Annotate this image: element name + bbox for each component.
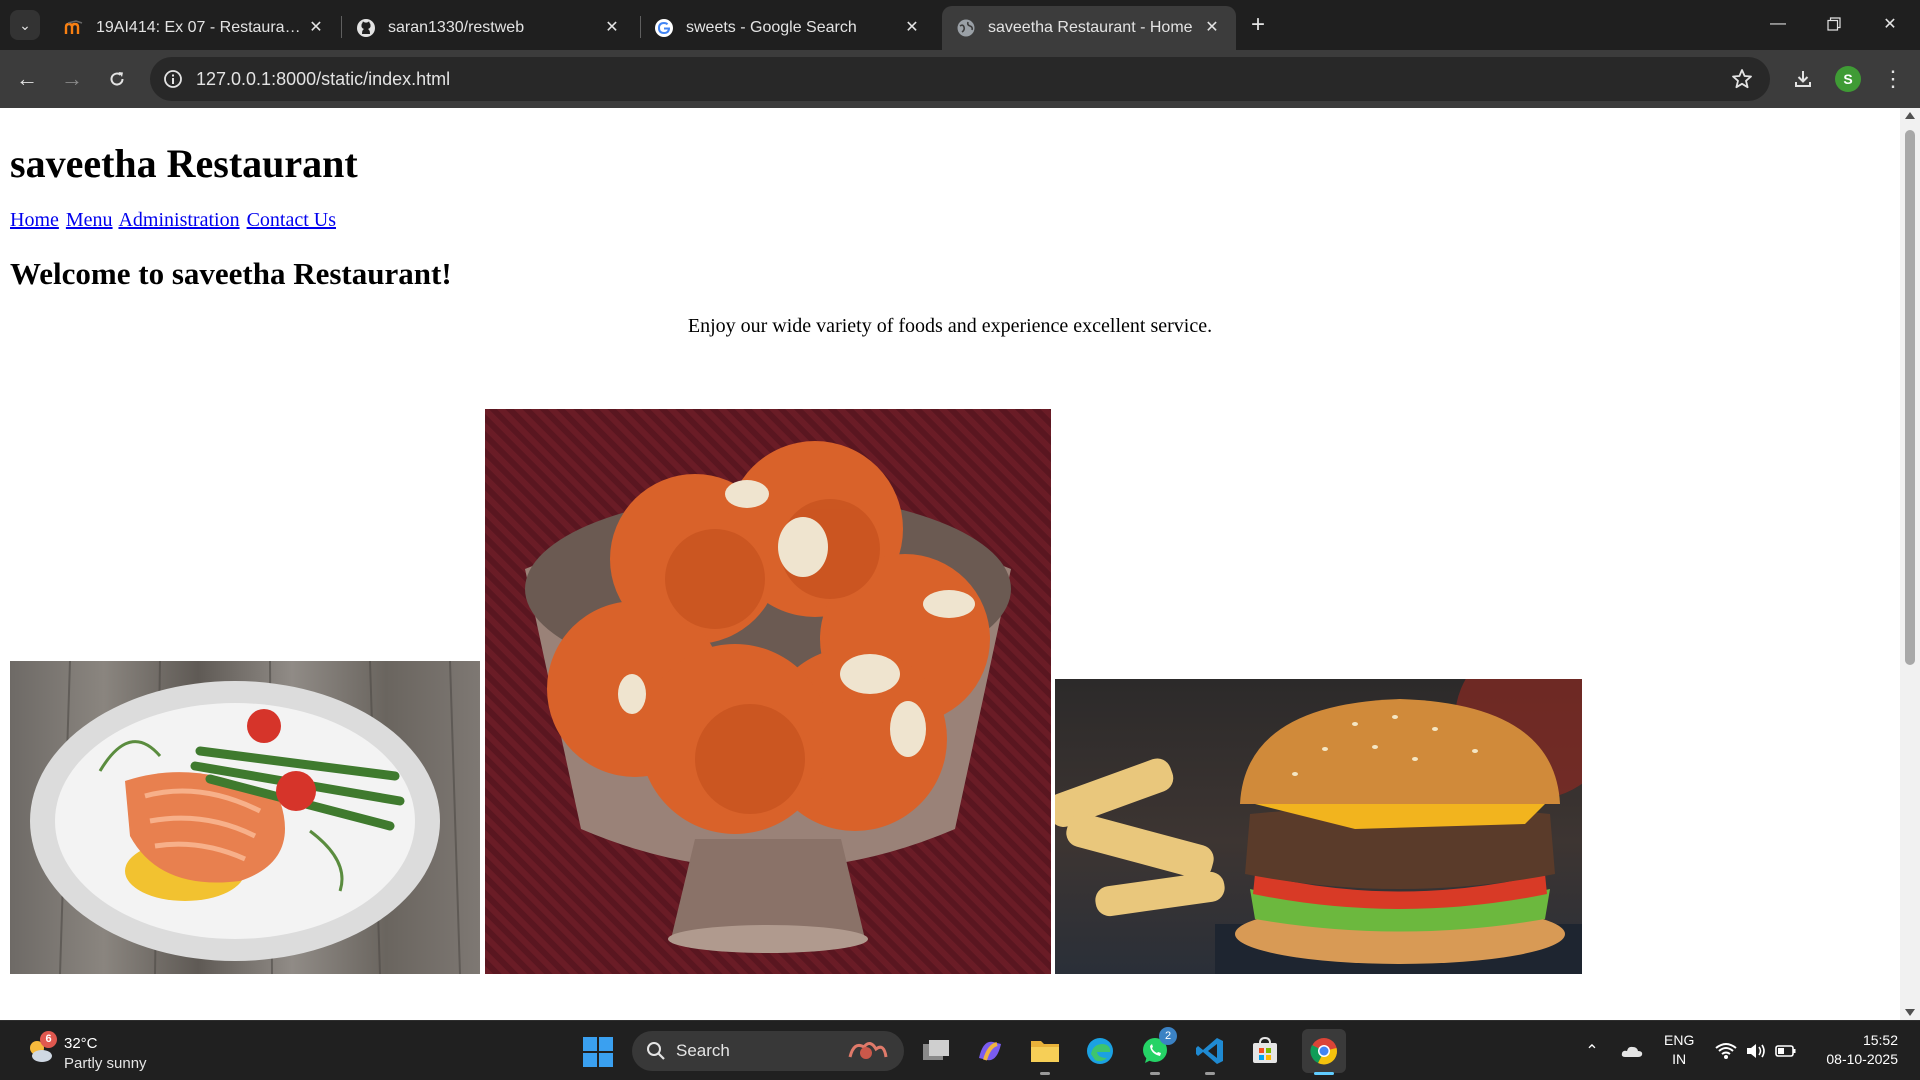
onedrive-cloud-icon[interactable] (1620, 1040, 1644, 1062)
bookmark-star-icon[interactable] (1730, 67, 1754, 91)
site-title: saveetha Restaurant (10, 141, 358, 186)
tab-title: sweets - Google Search (686, 19, 857, 36)
folder-icon (1031, 1041, 1059, 1062)
nav-link-menu[interactable]: Menu (66, 209, 113, 231)
weather-alert-badge: 6 (40, 1031, 57, 1048)
weather-temperature: 32°C (64, 1035, 98, 1052)
store-icon (1253, 1036, 1277, 1063)
moodle-icon (64, 18, 84, 38)
task-view-button[interactable] (918, 1033, 954, 1069)
taskbar-search-box[interactable]: Search (632, 1031, 904, 1071)
google-icon (654, 18, 674, 38)
browser-menu-button[interactable]: ⋮ (1878, 62, 1908, 96)
region-code: IN (1672, 1051, 1687, 1067)
start-button[interactable] (582, 1036, 614, 1068)
clock-date: 08-10-2025 (1826, 1051, 1898, 1067)
url-text[interactable]: 127.0.0.1:8000/static/index.html (196, 69, 450, 90)
volume-icon[interactable] (1744, 1040, 1768, 1062)
globe-icon (956, 18, 976, 38)
tab-github[interactable]: saran1330/restweb ✕ (342, 6, 636, 50)
page-viewport: saveetha Restaurant Home Menu Administra… (0, 108, 1900, 1020)
chrome-icon (1310, 1038, 1337, 1065)
search-icon (647, 1042, 665, 1060)
browser-toolbar: ← → 127.0.0.1:8000/static/index.html S ⋮ (0, 50, 1920, 108)
download-icon (1795, 71, 1811, 87)
minimize-button[interactable]: — (1750, 0, 1806, 48)
chevron-down-icon: ⌄ (19, 16, 31, 33)
nav-link-administration[interactable]: Administration (118, 209, 239, 231)
weather-widget[interactable]: 6 32°C Partly sunny (22, 1029, 202, 1073)
tab-title: 19AI414: Ex 07 - Restaurant We (96, 19, 308, 36)
close-icon[interactable]: ✕ (1202, 18, 1222, 38)
salmon-dish-photo (10, 661, 480, 974)
file-explorer-app[interactable] (1027, 1033, 1063, 1075)
nav-link-contact-us[interactable]: Contact Us (247, 209, 336, 231)
scroll-down-arrow-icon[interactable] (1905, 1009, 1915, 1016)
close-icon[interactable]: ✕ (902, 18, 922, 38)
github-icon (356, 18, 376, 38)
microsoft-store-app[interactable] (1247, 1033, 1283, 1069)
edge-app[interactable] (1082, 1033, 1118, 1069)
reload-button[interactable] (100, 62, 134, 96)
nav-link-home[interactable]: Home (10, 209, 59, 231)
copilot-icon (979, 1041, 1001, 1061)
close-icon[interactable]: ✕ (602, 18, 622, 38)
copilot-app[interactable] (972, 1033, 1008, 1069)
chrome-app[interactable] (1302, 1029, 1346, 1075)
reload-icon (110, 72, 124, 86)
system-clock[interactable]: 15:52 08-10-2025 (1810, 1031, 1898, 1069)
restore-button[interactable] (1806, 0, 1862, 48)
welcome-heading: Welcome to saveetha Restaurant! (10, 256, 452, 291)
tab-strip: ⌄ 19AI414: Ex 07 - Restaurant We ✕ saran… (0, 0, 1920, 50)
search-label: Search (676, 1041, 730, 1060)
close-icon[interactable]: ✕ (306, 18, 326, 38)
scroll-up-arrow-icon[interactable] (1905, 112, 1915, 119)
whatsapp-notification-badge: 2 (1159, 1027, 1177, 1045)
address-bar[interactable]: 127.0.0.1:8000/static/index.html (150, 57, 1770, 101)
back-button[interactable]: ← (10, 62, 44, 96)
burger-fries-photo (1055, 679, 1582, 974)
language-code: ENG (1664, 1032, 1695, 1048)
taskbar: 6 32°C Partly sunny Search 2 ⌃ ENG IN 15… (0, 1020, 1920, 1080)
show-hidden-icons-chevron-icon[interactable]: ⌃ (1582, 1041, 1602, 1061)
running-indicator (1205, 1072, 1215, 1075)
forward-button[interactable]: → (55, 62, 89, 96)
running-indicator (1150, 1072, 1160, 1075)
window-close-button[interactable]: ✕ (1862, 0, 1918, 48)
edge-icon (1087, 1038, 1113, 1064)
vscode-app[interactable] (1192, 1033, 1228, 1075)
weather-condition: Partly sunny (64, 1055, 147, 1072)
clock-time: 15:52 (1862, 1032, 1898, 1048)
language-indicator[interactable]: ENG IN (1664, 1031, 1694, 1069)
running-indicator (1040, 1072, 1050, 1075)
tab-saveetha-home[interactable]: saveetha Restaurant - Home ✕ (942, 6, 1236, 50)
vscode-icon (1196, 1038, 1223, 1064)
page-scrollbar[interactable] (1900, 108, 1920, 1020)
whatsapp-app[interactable]: 2 (1137, 1027, 1177, 1075)
task-view-icon (923, 1040, 949, 1060)
windows-logo-icon (583, 1037, 613, 1067)
site-info-icon[interactable] (162, 68, 184, 90)
tab-google-search[interactable]: sweets - Google Search ✕ (640, 6, 936, 50)
new-tab-button[interactable]: + (1244, 12, 1272, 40)
tab-search-button[interactable]: ⌄ (10, 10, 40, 40)
battery-icon[interactable] (1774, 1040, 1798, 1062)
tab-title: saveetha Restaurant - Home (988, 19, 1193, 36)
search-highlight-icon (848, 1042, 888, 1059)
site-nav: Home Menu Administration Contact Us (10, 209, 338, 232)
ladoo-sweets-photo (485, 409, 1051, 974)
scrollbar-thumb[interactable] (1905, 130, 1915, 665)
wifi-icon[interactable] (1714, 1040, 1738, 1062)
downloads-button[interactable] (1786, 62, 1820, 96)
profile-avatar[interactable]: S (1835, 66, 1861, 92)
tab-title: saran1330/restweb (388, 19, 525, 36)
running-indicator (1314, 1072, 1334, 1075)
tab-moodle[interactable]: 19AI414: Ex 07 - Restaurant We ✕ (50, 6, 340, 50)
tagline: Enjoy our wide variety of foods and expe… (687, 315, 1213, 337)
